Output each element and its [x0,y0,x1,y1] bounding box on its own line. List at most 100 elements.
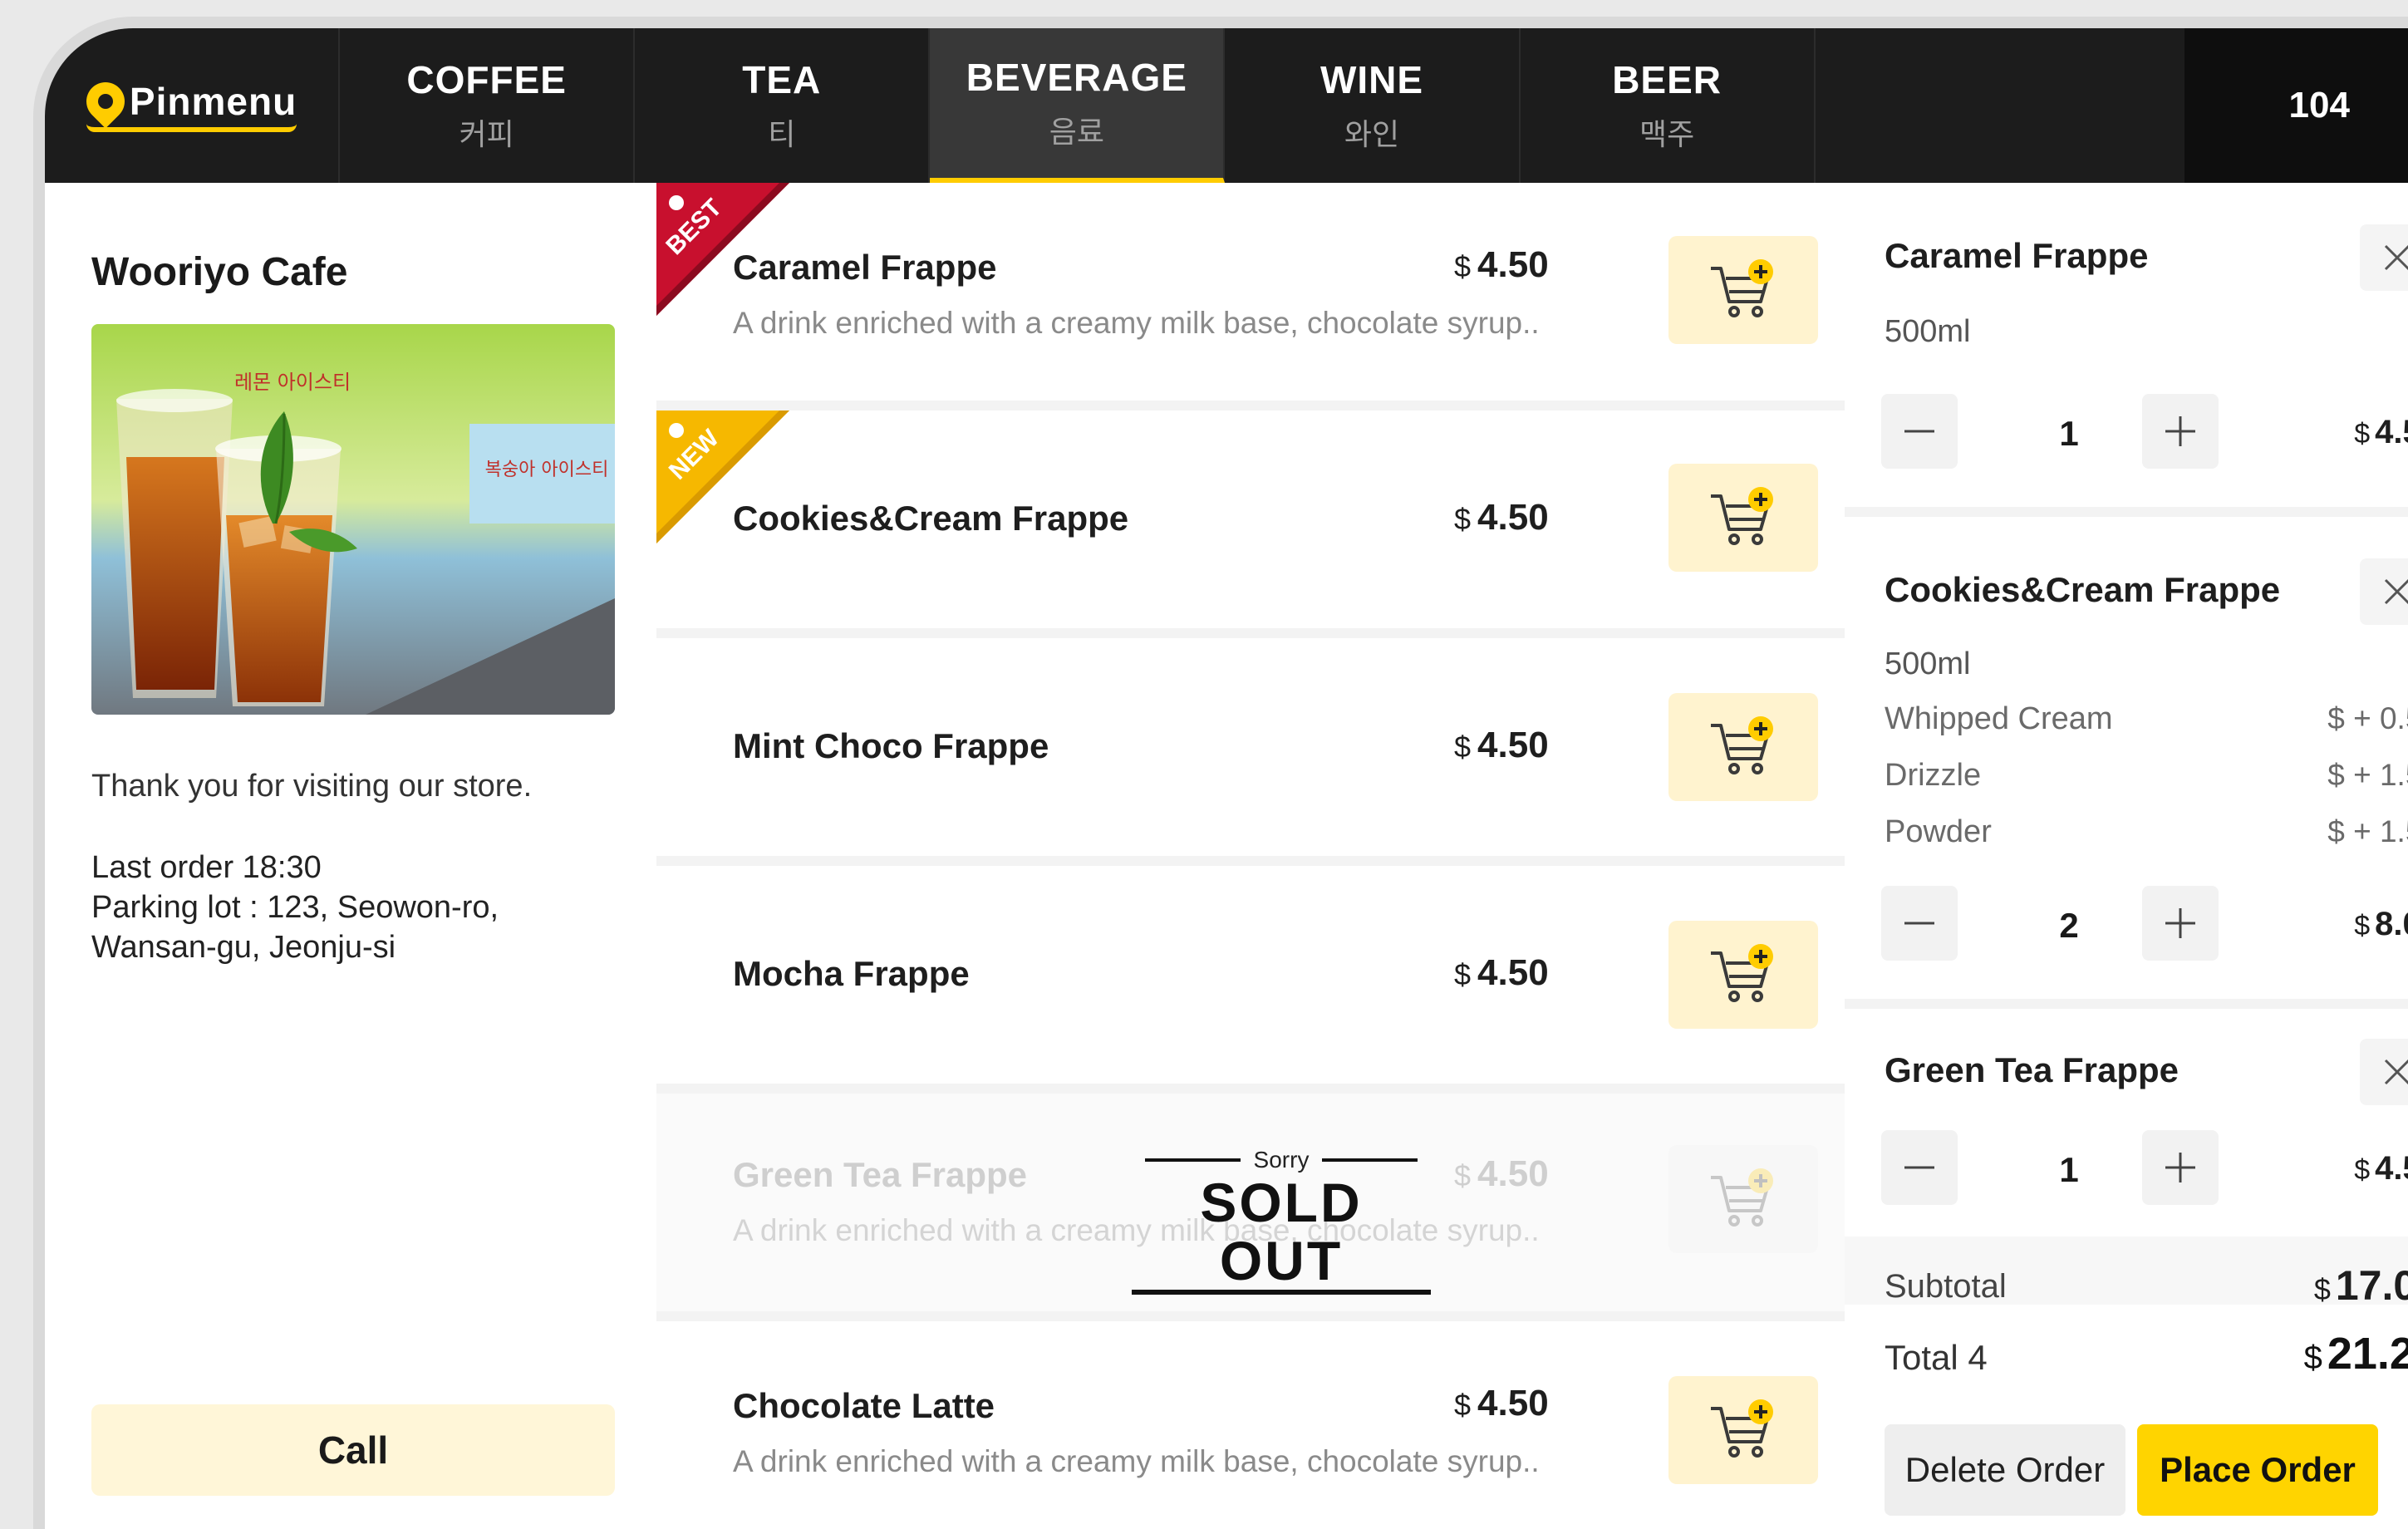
remove-item-button[interactable] [2360,558,2408,625]
quantity-value: 1 [2059,1150,2079,1189]
kiosk-screen: Pinmenu COFFEE 커피 TEA 티 BEVERAGE 음료 WINE… [33,17,2408,1529]
decrease-qty-button[interactable] [1881,394,1958,469]
tab-tea[interactable]: TEA 티 [635,28,931,183]
plus-icon [2165,416,2195,446]
cart-item-total-value: 4.50 [2375,414,2408,450]
currency-symbol: $ [1454,957,1472,991]
cart-plus-icon [1711,487,1773,545]
cart-footer: Total 4 $21.25 Delete Order Place Order [1845,1305,2408,1529]
place-order-button[interactable]: Place Order [2137,1424,2378,1516]
menu-item[interactable]: Mocha Frappe $4.50 [656,866,1845,1084]
close-icon [2384,244,2408,271]
sold-out-badge: Sorry SOLD OUT [1132,1147,1431,1295]
last-order-time: Last order 18:30 [91,850,322,885]
logo-text: Pinmenu [129,80,297,123]
tab-label-ko: 음료 [1049,115,1104,149]
minus-icon [1904,1166,1934,1169]
item-price: $4.50 [1454,725,1549,766]
photo-label-right: 복숭아 아이스티 [485,460,609,480]
currency-symbol: $ [1454,249,1472,283]
item-name: Mocha Frappe [733,954,970,993]
tab-label-ko: 맥주 [1639,117,1695,151]
cart-item-size: 500ml [1885,647,1971,681]
item-price: $4.50 [1454,497,1549,538]
cart-item: Cookies&Cream Frappe 500ml Whipped Cream… [1845,517,2408,999]
minus-icon [1904,430,1934,433]
item-name: Cookies&Cream Frappe [733,499,1129,538]
remove-item-button[interactable] [2360,1039,2408,1105]
cart-item-total-value: 8.00 [2375,906,2408,942]
menu-item[interactable]: Chocolate Latte A drink enriched with a … [656,1321,1845,1529]
menu-item-sold-out: Green Tea Frappe A drink enriched with a… [656,1094,1845,1311]
store-info-panel: Wooriyo Cafe 레몬 아이스티 복숭아 아이스티 Thank you … [45,183,656,1529]
currency-symbol: $ [1454,1158,1472,1192]
price-value: 4.50 [1477,1153,1549,1194]
add-to-cart-button[interactable] [1668,1376,1818,1484]
pinmenu-logo: Pinmenu [78,74,297,132]
add-to-cart-button[interactable] [1668,236,1818,344]
cart-plus-icon [1711,716,1773,774]
sold-out-label: SOLD OUT [1132,1173,1431,1295]
tab-wine[interactable]: WINE 와인 [1225,28,1521,183]
store-photo: 레몬 아이스티 복숭아 아이스티 [91,324,615,715]
minus-icon [1904,922,1934,925]
decrease-qty-button[interactable] [1881,1130,1958,1205]
total-label: Total 4 [1885,1338,1988,1377]
photo-label-left: 레몬 아이스티 [234,371,351,394]
cart-item-total: $8.00 [2354,906,2408,943]
tab-coffee[interactable]: COFFEE 커피 [340,28,636,183]
welcome-text: Thank you for visiting our store. [91,769,533,804]
cart-plus-icon [1711,944,1773,1002]
price-value: 4.50 [1477,952,1549,993]
increase-qty-button[interactable] [2142,394,2219,469]
menu-item[interactable]: Mint Choco Frappe $4.50 [656,638,1845,856]
add-to-cart-button-disabled [1668,1145,1818,1253]
tab-label-en: TEA [742,58,822,101]
increase-qty-button[interactable] [2142,1130,2219,1205]
remove-item-button[interactable] [2360,224,2408,291]
tab-label-en: BEER [1612,58,1722,101]
menu-list: BEST Caramel Frappe A drink enriched wit… [656,183,1845,1529]
plus-icon [2165,1153,2195,1182]
decrease-qty-button[interactable] [1881,886,1958,961]
cart-plus-icon [1711,259,1773,317]
sold-out-sorry: Sorry [1132,1147,1431,1173]
cart-item-name: Caramel Frappe [1885,236,2149,275]
add-to-cart-button[interactable] [1668,693,1818,801]
add-to-cart-button[interactable] [1668,921,1818,1029]
subtotal-label: Subtotal [1885,1268,2007,1305]
item-price: $4.50 [1454,952,1549,994]
tab-label-ko: 커피 [459,117,514,151]
option-price: $ + 1.50 [2327,758,2408,792]
tab-beverage[interactable]: BEVERAGE 음료 [930,28,1226,183]
call-button[interactable]: Call [91,1404,615,1496]
price-value: 4.50 [1477,1383,1549,1423]
currency-symbol: $ [1454,730,1472,764]
item-description: A drink enriched with a creamy milk base… [733,1444,1540,1478]
currency-symbol: $ [2303,1340,2322,1376]
cart-item-size: 500ml [1885,314,1971,349]
subtotal-value: $17.00 [2314,1261,2408,1305]
logo-cell: Pinmenu [45,28,341,183]
item-description: A drink enriched with a creamy milk base… [733,306,1540,340]
add-to-cart-button[interactable] [1668,464,1818,572]
parking-info-line2: Wansan-gu, Jeonju-si [91,930,396,965]
price-value: 4.50 [1477,497,1549,538]
price-value: 4.50 [1477,725,1549,765]
item-price: $4.50 [1454,1153,1549,1195]
price-value: 4.50 [1477,244,1549,285]
item-price: $4.50 [1454,1383,1549,1424]
tab-label-ko: 와인 [1344,117,1400,151]
total-value: $21.25 [2304,1328,2408,1379]
tab-beer[interactable]: BEER 맥주 [1521,28,1816,183]
increase-qty-button[interactable] [2142,886,2219,961]
subtotal-row: Subtotal $17.00 [1845,1236,2408,1305]
item-name: Green Tea Frappe [733,1155,1028,1194]
currency-symbol: $ [2354,1154,2371,1186]
cart-item-total: $4.50 [2354,1150,2408,1187]
delete-order-button[interactable]: Delete Order [1885,1424,2125,1516]
menu-item[interactable]: NEW Cookies&Cream Frappe $4.50 [656,411,1845,628]
currency-symbol: $ [1454,502,1472,536]
menu-item[interactable]: BEST Caramel Frappe A drink enriched wit… [656,183,1845,401]
